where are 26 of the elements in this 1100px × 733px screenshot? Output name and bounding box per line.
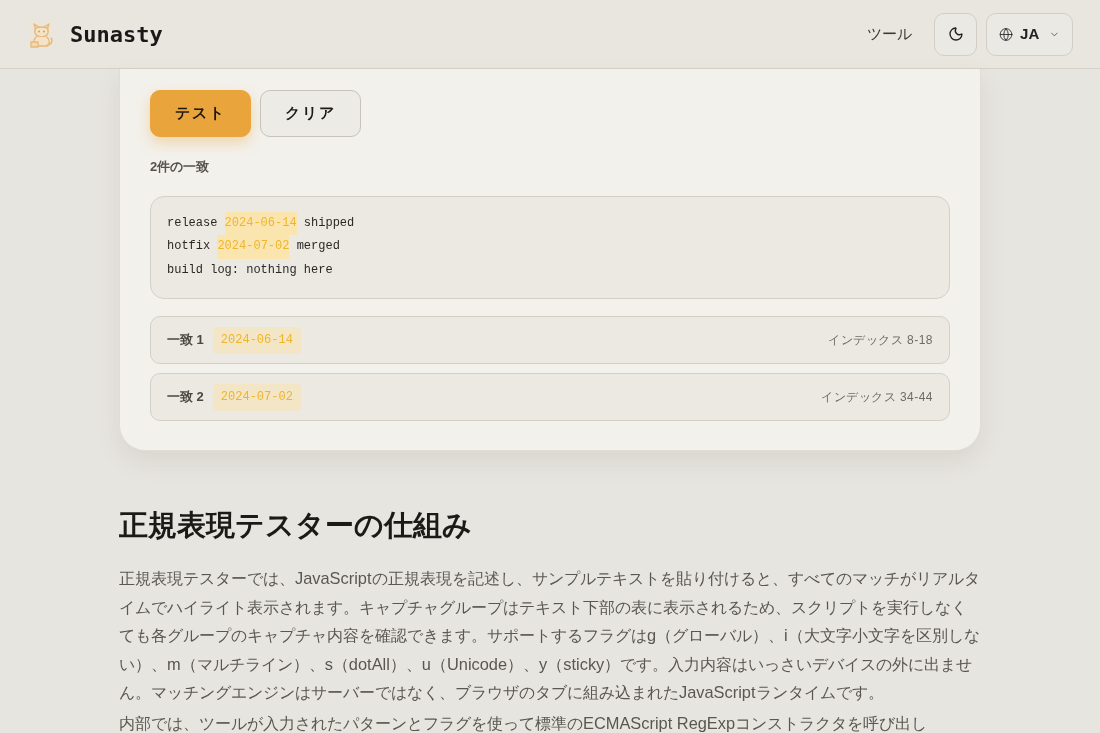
match-highlight: 2024-06-14 [224,211,297,235]
language-button[interactable]: JA [986,12,1073,56]
clear-button[interactable]: クリア [260,90,361,137]
sample-text: release [167,214,219,232]
sample-text: build log: nothing here [167,261,333,279]
match-index: インデックス 34-44 [821,389,933,406]
match-label: 一致 1 [167,331,204,350]
brand-name[interactable]: Sunasty [70,17,163,51]
match-count: 2件の一致 [150,158,210,176]
match-highlight: 2024-07-02 [217,235,290,259]
section-heading: 正規表現テスターの仕組み [119,508,473,543]
match-index: インデックス 8-18 [828,332,933,349]
theme-toggle-button[interactable] [934,12,977,56]
sample-text-box[interactable]: release 2024-06-14 shipped hotfix 2024-07-02 merged build log: nothing here [150,195,950,299]
sample-text: merged [295,238,340,255]
body-paragraph: 内部では、ツールが入力されたパターンとフラグを使って標準のECMAScript RegExpコンストラクタを呼び出し [119,714,929,732]
sample-text: hotfix [167,238,212,255]
match-label: 一致 2 [167,388,204,407]
moon-icon [947,26,964,42]
body-paragraph: 正規表現テスターでは、JavaScriptの正規表現を記述し、サンプルテキストを貼り付けると、すべてのマッチがリアルタイムでハイライト表示されます。キャプチャグループはテキスト下部の表に表示されるため、スクリプトを実行しなくても各グループのキャプチャ内容を確認できます。サポートするフラグはg（グローバル）、i（大文字小文字を区別しない）、m（マルチライン）、s（dotAll）、u（Unicode）、y（sticky）です。入力内容はいっさいデバイスの外に出ません。マッチングエンジンはサーバーではなく、ブラウザのタブに組み込まれたJavaScriptランタイムです。 [119,568,981,703]
nav-link[interactable]: ツール [865,22,914,46]
match-value: 2024-06-14 [212,326,301,354]
match-value: 2024-07-02 [212,383,301,411]
globe-icon [999,25,1014,43]
sample-text: shipped [302,214,355,232]
test-button[interactable]: テスト [150,90,251,137]
